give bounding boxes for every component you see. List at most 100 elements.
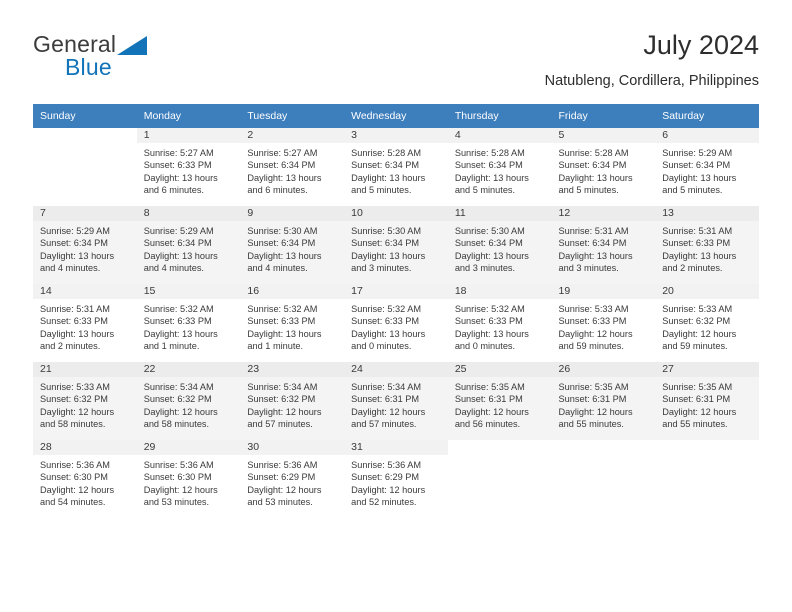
day-detail-line: Sunset: 6:29 PM xyxy=(351,472,420,483)
day-number: 12 xyxy=(551,206,656,221)
day-cell-27[interactable]: 27 Sunrise: 5:35 AM Sunset: 6:31 PM Dayligh… xyxy=(655,362,759,440)
brand-name-blue: Blue xyxy=(65,54,112,80)
day-cell-7[interactable]: 7 Sunrise: 5:29 AM Sunset: 6:34 PM Daylight… xyxy=(33,206,137,284)
day-cell-4[interactable]: 4 Sunrise: 5:28 AM Sunset: 6:34 PM Daylight… xyxy=(447,128,552,206)
day-detail-line: Sunrise: 5:33 AM xyxy=(662,304,733,314)
day-number: 5 xyxy=(551,128,656,143)
day-detail-line: Sunrise: 5:28 AM xyxy=(454,148,525,158)
day-cell-23[interactable]: 23 Sunrise: 5:34 AM Sunset: 6:32 PM Dayligh… xyxy=(240,362,345,440)
weekday-header-monday: Monday xyxy=(136,104,241,128)
day-detail-line: Daylight: 13 hours xyxy=(247,328,322,339)
day-detail-line: Sunset: 6:34 PM xyxy=(143,238,212,249)
day-detail-line: and 3 minutes. xyxy=(454,262,516,273)
day-number xyxy=(552,440,656,455)
day-details: Sunrise: 5:33 AM Sunset: 6:33 PM Daylight:… xyxy=(552,299,656,352)
day-detail-line: Daylight: 12 hours xyxy=(454,406,529,417)
day-number: 27 xyxy=(655,362,759,377)
day-detail-line: Daylight: 13 hours xyxy=(558,250,633,261)
day-detail-line: Sunset: 6:31 PM xyxy=(662,394,731,405)
day-details: Sunrise: 5:36 AM Sunset: 6:30 PM Daylight:… xyxy=(137,455,241,508)
day-detail-line: Sunset: 6:34 PM xyxy=(351,238,420,249)
day-detail-line: Daylight: 12 hours xyxy=(40,484,115,495)
day-detail-line: and 6 minutes. xyxy=(247,184,308,195)
day-cell-16[interactable]: 16 Sunrise: 5:32 AM Sunset: 6:33 PM Dayligh… xyxy=(240,284,345,362)
day-cell-10[interactable]: 10 Sunrise: 5:30 AM Sunset: 6:34 PM Dayligh… xyxy=(344,206,448,284)
day-detail-line: and 3 minutes. xyxy=(351,262,412,273)
day-cell-11[interactable]: 11 Sunrise: 5:30 AM Sunset: 6:34 PM Dayligh… xyxy=(447,206,552,284)
day-detail-line: Sunset: 6:29 PM xyxy=(247,472,316,483)
day-details: Sunrise: 5:30 AM Sunset: 6:34 PM Daylight:… xyxy=(240,221,344,274)
day-cell-29[interactable]: 29 Sunrise: 5:36 AM Sunset: 6:30 PM Dayligh… xyxy=(136,440,241,518)
day-number: 9 xyxy=(240,206,345,221)
day-cell-12[interactable]: 12 Sunrise: 5:31 AM Sunset: 6:34 PM Dayligh… xyxy=(551,206,656,284)
day-cell-21[interactable]: 21 Sunrise: 5:33 AM Sunset: 6:32 PM Dayligh… xyxy=(33,362,137,440)
calendar-page: General Blue July 2024 Natubleng, Cordil… xyxy=(0,0,792,612)
weekday-header-thursday: Thursday xyxy=(447,104,552,128)
day-cell-6[interactable]: 6 Sunrise: 5:29 AM Sunset: 6:34 PM Daylight… xyxy=(655,128,759,206)
day-details: Sunrise: 5:28 AM Sunset: 6:34 PM Daylight:… xyxy=(552,143,656,196)
day-number: 18 xyxy=(447,284,552,299)
day-cell-13[interactable]: 13 Sunrise: 5:31 AM Sunset: 6:33 PM Dayligh… xyxy=(655,206,759,284)
day-cell-25[interactable]: 25 Sunrise: 5:35 AM Sunset: 6:31 PM Dayligh… xyxy=(447,362,552,440)
day-cell-22[interactable]: 22 Sunrise: 5:34 AM Sunset: 6:32 PM Dayligh… xyxy=(136,362,241,440)
day-cell-14[interactable]: 14 Sunrise: 5:31 AM Sunset: 6:33 PM Dayligh… xyxy=(33,284,137,362)
day-number: 22 xyxy=(136,362,241,377)
day-details: Sunrise: 5:28 AM Sunset: 6:34 PM Daylight:… xyxy=(448,143,552,196)
page-subtitle: Natubleng, Cordillera, Philippines xyxy=(544,73,759,89)
day-detail-line: Sunset: 6:33 PM xyxy=(143,316,212,327)
day-cell-31[interactable]: 31 Sunrise: 5:36 AM Sunset: 6:29 PM Dayligh… xyxy=(344,440,448,518)
day-detail-line: Sunrise: 5:29 AM xyxy=(662,148,733,158)
day-cell-26[interactable]: 26 Sunrise: 5:35 AM Sunset: 6:31 PM Dayligh… xyxy=(551,362,656,440)
calendar-week-row: 21 Sunrise: 5:33 AM Sunset: 6:32 PM Dayligh… xyxy=(33,362,759,440)
day-cell-19[interactable]: 19 Sunrise: 5:33 AM Sunset: 6:33 PM Dayligh… xyxy=(551,284,656,362)
day-number: 20 xyxy=(655,284,759,299)
day-cell-9[interactable]: 9 Sunrise: 5:30 AM Sunset: 6:34 PM Daylight… xyxy=(240,206,345,284)
day-cell-17[interactable]: 17 Sunrise: 5:32 AM Sunset: 6:33 PM Dayligh… xyxy=(344,284,448,362)
day-cell-3[interactable]: 3 Sunrise: 5:28 AM Sunset: 6:34 PM Daylight… xyxy=(344,128,448,206)
day-detail-line: Daylight: 12 hours xyxy=(558,406,633,417)
day-detail-line: Daylight: 12 hours xyxy=(143,484,218,495)
brand-logo[interactable]: General Blue xyxy=(33,32,243,88)
day-cell-18[interactable]: 18 Sunrise: 5:32 AM Sunset: 6:33 PM Dayligh… xyxy=(447,284,552,362)
day-detail-line: Daylight: 12 hours xyxy=(40,406,115,417)
calendar-week-row: 1 Sunrise: 5:27 AM Sunset: 6:33 PM Daylight… xyxy=(33,128,759,206)
day-detail-line: Sunset: 6:32 PM xyxy=(662,316,731,327)
day-cell-8[interactable]: 8 Sunrise: 5:29 AM Sunset: 6:34 PM Daylight… xyxy=(136,206,241,284)
day-cell-24[interactable]: 24 Sunrise: 5:34 AM Sunset: 6:31 PM Dayligh… xyxy=(344,362,448,440)
day-detail-line: Daylight: 13 hours xyxy=(351,250,426,261)
day-detail-line: and 4 minutes. xyxy=(143,262,204,273)
day-cell-30[interactable]: 30 Sunrise: 5:36 AM Sunset: 6:29 PM Dayligh… xyxy=(240,440,345,518)
day-detail-line: Sunrise: 5:36 AM xyxy=(247,460,318,470)
calendar-week-row: 28 Sunrise: 5:36 AM Sunset: 6:30 PM Dayligh… xyxy=(33,440,759,518)
day-number: 24 xyxy=(344,362,448,377)
day-cell-20[interactable]: 20 Sunrise: 5:33 AM Sunset: 6:32 PM Dayligh… xyxy=(655,284,759,362)
day-number: 6 xyxy=(655,128,759,143)
day-detail-line: Sunrise: 5:33 AM xyxy=(558,304,629,314)
day-cell-empty xyxy=(448,440,552,518)
day-detail-line: Sunset: 6:34 PM xyxy=(351,160,420,171)
day-details: Sunrise: 5:31 AM Sunset: 6:33 PM Daylight:… xyxy=(655,221,759,274)
day-detail-line: and 59 minutes. xyxy=(558,340,624,351)
day-cell-28[interactable]: 28 Sunrise: 5:36 AM Sunset: 6:30 PM Dayligh… xyxy=(33,440,137,518)
day-detail-line: Sunset: 6:34 PM xyxy=(558,160,627,171)
day-detail-line: Sunrise: 5:35 AM xyxy=(662,382,733,392)
day-number: 31 xyxy=(344,440,448,455)
day-detail-line: Sunrise: 5:30 AM xyxy=(351,226,422,236)
weekday-header-saturday: Saturday xyxy=(655,104,759,128)
day-cell-5[interactable]: 5 Sunrise: 5:28 AM Sunset: 6:34 PM Daylight… xyxy=(551,128,656,206)
day-details: Sunrise: 5:30 AM Sunset: 6:34 PM Daylight:… xyxy=(448,221,552,274)
day-detail-line: Sunset: 6:34 PM xyxy=(662,160,731,171)
day-number: 14 xyxy=(33,284,137,299)
day-details: Sunrise: 5:31 AM Sunset: 6:34 PM Daylight:… xyxy=(552,221,656,274)
day-detail-line: Daylight: 12 hours xyxy=(662,328,737,339)
day-cell-15[interactable]: 15 Sunrise: 5:32 AM Sunset: 6:33 PM Dayligh… xyxy=(136,284,241,362)
day-details: Sunrise: 5:29 AM Sunset: 6:34 PM Daylight:… xyxy=(33,221,137,274)
day-details xyxy=(655,455,759,459)
day-cell-2[interactable]: 2 Sunrise: 5:27 AM Sunset: 6:34 PM Daylight… xyxy=(240,128,345,206)
day-detail-line: Daylight: 13 hours xyxy=(558,172,633,183)
day-detail-line: and 53 minutes. xyxy=(143,496,210,507)
day-cell-1[interactable]: 1 Sunrise: 5:27 AM Sunset: 6:33 PM Daylight… xyxy=(136,128,241,206)
day-detail-line: Daylight: 13 hours xyxy=(454,172,529,183)
day-detail-line: and 58 minutes. xyxy=(143,418,210,429)
day-details: Sunrise: 5:36 AM Sunset: 6:30 PM Daylight:… xyxy=(33,455,137,508)
